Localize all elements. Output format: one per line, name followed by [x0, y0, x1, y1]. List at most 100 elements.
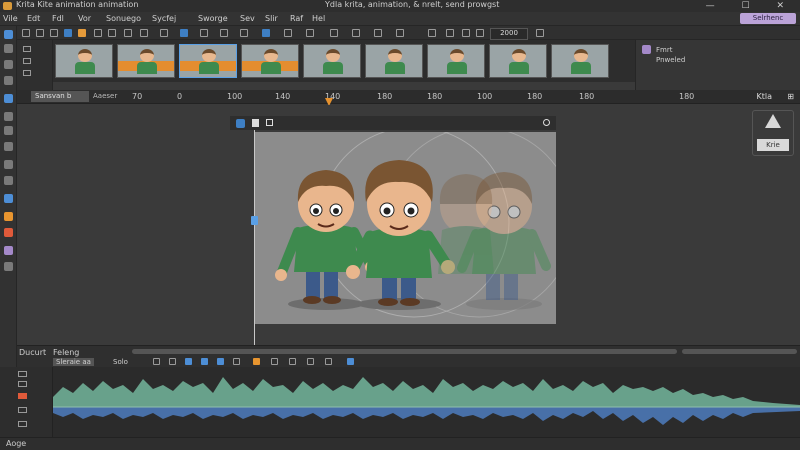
- frame-thumbnail[interactable]: [303, 44, 361, 78]
- settings-icon[interactable]: [325, 358, 332, 365]
- grid-icon[interactable]: [396, 29, 404, 37]
- play-backward-icon[interactable]: [185, 358, 192, 365]
- frame-counter-field[interactable]: 2000: [490, 28, 528, 40]
- canvas-frame-icon[interactable]: [266, 119, 273, 126]
- move-tool-icon[interactable]: [4, 60, 13, 69]
- keyframe-grid-icon[interactable]: ⊞: [787, 92, 794, 101]
- rotate-icon[interactable]: [330, 29, 338, 37]
- frame-thumbnail[interactable]: [55, 44, 113, 78]
- play-icon[interactable]: [201, 358, 208, 365]
- timeline-scrollbar-2[interactable]: [682, 349, 797, 354]
- fps-icon[interactable]: [476, 29, 484, 37]
- audio-waveform[interactable]: [53, 367, 800, 437]
- first-frame-icon[interactable]: [153, 358, 160, 365]
- onion-skin-icon[interactable]: [428, 29, 436, 37]
- drawing-canvas[interactable]: [254, 132, 556, 324]
- measure-tool-icon[interactable]: [4, 262, 13, 271]
- menu-item-7[interactable]: Sworge: [198, 14, 228, 23]
- keyframe-add-icon[interactable]: [253, 358, 260, 365]
- menu-item-11[interactable]: Hel: [312, 14, 325, 23]
- track-visibility-icon[interactable]: [18, 371, 27, 377]
- frame-thumbnail[interactable]: [117, 44, 175, 78]
- zoom-tool-icon[interactable]: [4, 126, 13, 135]
- lock-alpha-icon[interactable]: [240, 29, 248, 37]
- prev-frame-icon[interactable]: [169, 358, 176, 365]
- canvas-refresh-icon[interactable]: [543, 119, 550, 126]
- track-audio-icon[interactable]: [18, 407, 27, 413]
- zoom-icon[interactable]: [352, 29, 360, 37]
- menu-item-5[interactable]: Sonuego: [106, 14, 141, 23]
- menu-item-4[interactable]: Vor: [78, 14, 91, 23]
- layer-tab[interactable]: Sansvan b: [31, 91, 89, 102]
- gradient-icon[interactable]: [140, 29, 148, 37]
- undo-icon[interactable]: [94, 29, 102, 37]
- menu-item-3[interactable]: Fdl: [52, 14, 64, 23]
- reference-tool-icon[interactable]: [4, 246, 13, 255]
- save-icon[interactable]: [50, 29, 58, 37]
- loop-icon[interactable]: [446, 29, 454, 37]
- workspace-tab[interactable]: Selrhenc: [740, 13, 796, 24]
- menu-item-9[interactable]: Slir: [265, 14, 278, 23]
- frame-thumbnail[interactable]: [365, 44, 423, 78]
- frame-thumbnail[interactable]: [551, 44, 609, 78]
- blend-mode-icon[interactable]: [262, 29, 270, 37]
- track-mute-icon[interactable]: [18, 421, 27, 427]
- timeline-scrollbar[interactable]: [132, 349, 677, 354]
- side-badge[interactable]: Krie: [752, 110, 794, 156]
- loop-toggle-icon[interactable]: [289, 358, 296, 365]
- color-picker-icon[interactable]: [4, 212, 13, 221]
- canvas-toolbar: [230, 116, 556, 130]
- window-controls[interactable]: — ☐ ✕: [706, 1, 796, 11]
- fill-tool-icon[interactable]: [4, 176, 13, 185]
- frame-thumbnail[interactable]: [427, 44, 485, 78]
- size-icon[interactable]: [284, 29, 292, 37]
- zoom-timeline-icon[interactable]: [347, 358, 354, 365]
- assistant-tool-icon[interactable]: [4, 228, 13, 237]
- layer-icon[interactable]: [23, 46, 31, 52]
- brush-tool-icon[interactable]: [4, 94, 13, 103]
- color-swatch-icon[interactable]: [78, 29, 86, 37]
- play-icon[interactable]: [462, 29, 470, 37]
- eraser-tool-icon[interactable]: [4, 160, 13, 169]
- new-file-icon[interactable]: [22, 29, 30, 37]
- canvas-anchor-icon[interactable]: [251, 216, 258, 225]
- opacity-icon[interactable]: [160, 29, 168, 37]
- keyframe-remove-icon[interactable]: [271, 358, 278, 365]
- timeline-layer-tab[interactable]: Sleraie aa: [53, 358, 94, 366]
- transform-tool-icon[interactable]: [4, 44, 13, 53]
- canvas-view-icon[interactable]: [236, 119, 245, 128]
- frame-thumbnail[interactable]: [241, 44, 299, 78]
- open-file-icon[interactable]: [36, 29, 44, 37]
- refresh-icon[interactable]: [536, 29, 544, 37]
- line-tool-icon[interactable]: [4, 112, 13, 121]
- menu-item-10[interactable]: Raf: [290, 14, 303, 23]
- canvas-page-icon[interactable]: [252, 119, 259, 127]
- lock-icon[interactable]: [23, 70, 31, 76]
- pen-tool-icon[interactable]: [4, 142, 13, 151]
- select-tool-icon[interactable]: [4, 30, 13, 39]
- menu-item-1[interactable]: Vile: [3, 14, 18, 23]
- pattern-icon[interactable]: [124, 29, 132, 37]
- menu-item-8[interactable]: Sev: [240, 14, 255, 23]
- menu-item-6[interactable]: Sycfej: [152, 14, 176, 23]
- track-record-icon[interactable]: [18, 393, 27, 399]
- last-frame-icon[interactable]: [233, 358, 240, 365]
- erase-mode-icon[interactable]: [220, 29, 228, 37]
- flow-icon[interactable]: [306, 29, 314, 37]
- menu-item-2[interactable]: Edt: [27, 14, 40, 23]
- frame-thumbnail[interactable]: [489, 44, 547, 78]
- redo-icon[interactable]: [108, 29, 116, 37]
- fit-icon[interactable]: [374, 29, 382, 37]
- audio-icon[interactable]: [307, 358, 314, 365]
- brush-preset-icon[interactable]: [64, 29, 72, 37]
- visibility-icon[interactable]: [23, 58, 31, 64]
- frame-thumbnail[interactable]: [179, 44, 237, 78]
- gradient-tool-icon[interactable]: [4, 194, 13, 203]
- crop-tool-icon[interactable]: [4, 76, 13, 85]
- wrap-icon[interactable]: [200, 29, 208, 37]
- character-1: [275, 170, 377, 304]
- panel-tool-icon[interactable]: [642, 45, 651, 54]
- track-lock-icon[interactable]: [18, 381, 27, 387]
- next-frame-icon[interactable]: [217, 358, 224, 365]
- mirror-icon[interactable]: [180, 29, 188, 37]
